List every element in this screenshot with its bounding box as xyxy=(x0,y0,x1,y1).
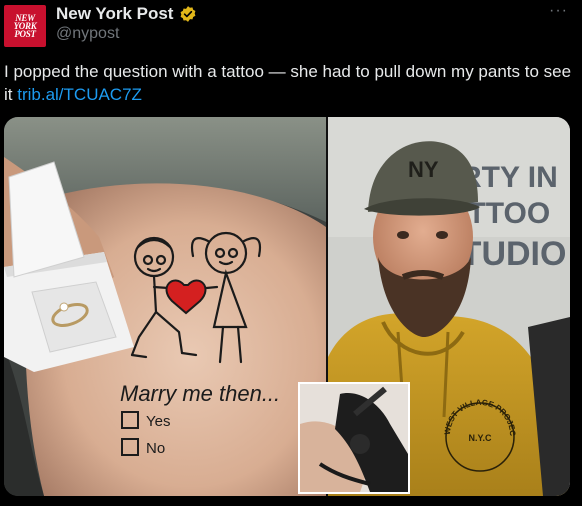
tattoo-option-no: No xyxy=(146,440,165,457)
account-handle[interactable]: @nypost xyxy=(56,25,119,43)
inset-photo xyxy=(298,382,410,494)
tweet-link[interactable]: trib.al/TCUAC7Z xyxy=(17,85,142,104)
verified-badge-icon xyxy=(181,6,196,22)
account-avatar[interactable]: NEW YORK POST xyxy=(4,5,46,47)
name-row: New York Post xyxy=(56,4,197,24)
tweet-header: NEW YORK POST New York Post @nypost ··· xyxy=(0,0,582,56)
tattoo-photo: Marry me then... Yes No xyxy=(4,117,326,496)
tweet-media[interactable]: Marry me then... Yes No ERTY IN ATTOO ST… xyxy=(4,117,570,496)
hoodie-logo-center: N.Y.C xyxy=(468,433,492,443)
display-name[interactable]: New York Post xyxy=(56,4,173,24)
tweet-text: I popped the question with a tattoo — sh… xyxy=(4,60,574,106)
cap-logo: NY xyxy=(408,157,439,182)
media-photo-left[interactable]: Marry me then... Yes No xyxy=(4,117,326,496)
tattoo-line-1: Marry me then... xyxy=(120,381,280,406)
more-options-icon[interactable]: ··· xyxy=(549,2,568,20)
avatar-text-line: POST xyxy=(14,29,36,39)
tattoo-option-yes: Yes xyxy=(146,413,170,430)
